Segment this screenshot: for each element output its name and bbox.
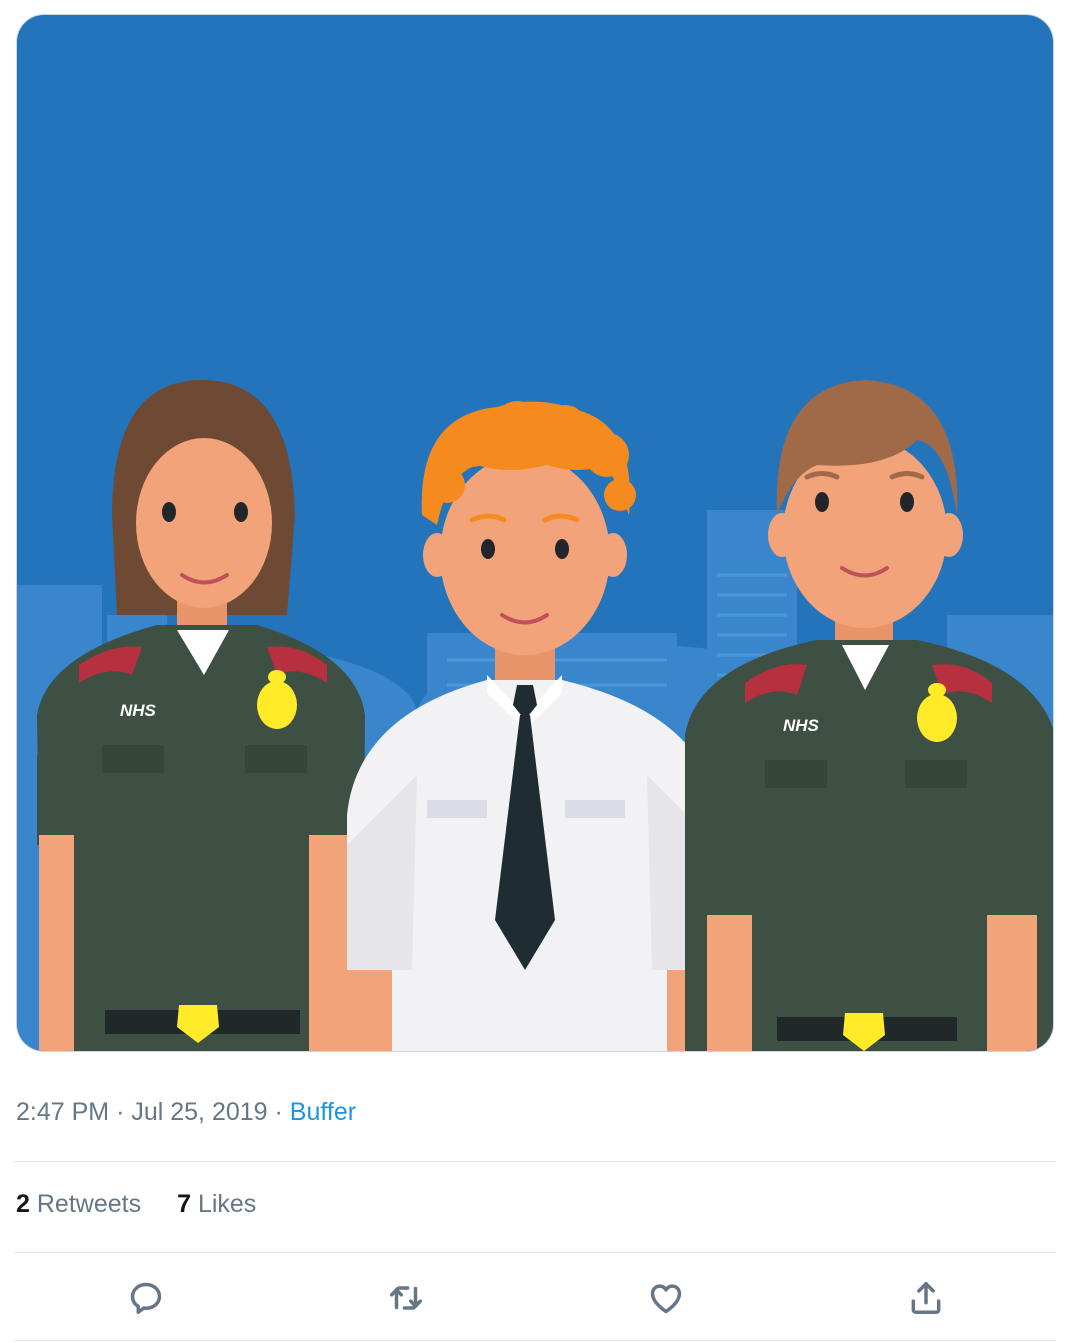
share-button[interactable]	[898, 1270, 954, 1326]
divider	[14, 1252, 1056, 1253]
retweet-icon	[390, 1286, 422, 1310]
tweet-source-link[interactable]: Buffer	[290, 1098, 356, 1126]
retweets-label: Retweets	[36, 1190, 142, 1218]
divider	[14, 1340, 1056, 1341]
like-button[interactable]	[638, 1270, 694, 1326]
retweets-stat[interactable]: 2 Retweets	[16, 1190, 141, 1219]
tweet-stats: 2 Retweets 7 Likes	[16, 1190, 256, 1219]
meta-separator: ·	[116, 1098, 125, 1126]
divider	[14, 1161, 1056, 1162]
likes-stat[interactable]: 7 Likes	[177, 1190, 256, 1219]
share-upload-icon	[911, 1282, 941, 1314]
retweets-count: 2	[16, 1190, 30, 1218]
meta-separator: ·	[274, 1098, 283, 1126]
retweet-button[interactable]	[378, 1270, 434, 1326]
reply-button[interactable]	[118, 1270, 174, 1326]
nhs-logo-right: NHS	[783, 716, 820, 735]
likes-count: 7	[177, 1190, 191, 1218]
tweet-date[interactable]: Jul 25, 2019	[131, 1098, 267, 1126]
tweet-actions-bar	[0, 1270, 1066, 1326]
speech-bubble-icon	[130, 1282, 162, 1314]
tweet-meta: 2:47 PM · Jul 25, 2019 · Buffer	[16, 1098, 356, 1127]
likes-label: Likes	[197, 1190, 257, 1218]
tweet-time[interactable]: 2:47 PM	[16, 1098, 109, 1126]
heart-icon	[650, 1284, 682, 1314]
tweet-media-image[interactable]: NHS NHS	[16, 14, 1054, 1052]
paramedics-illustration: NHS NHS	[17, 15, 1053, 1051]
nhs-logo-left: NHS	[120, 701, 157, 720]
